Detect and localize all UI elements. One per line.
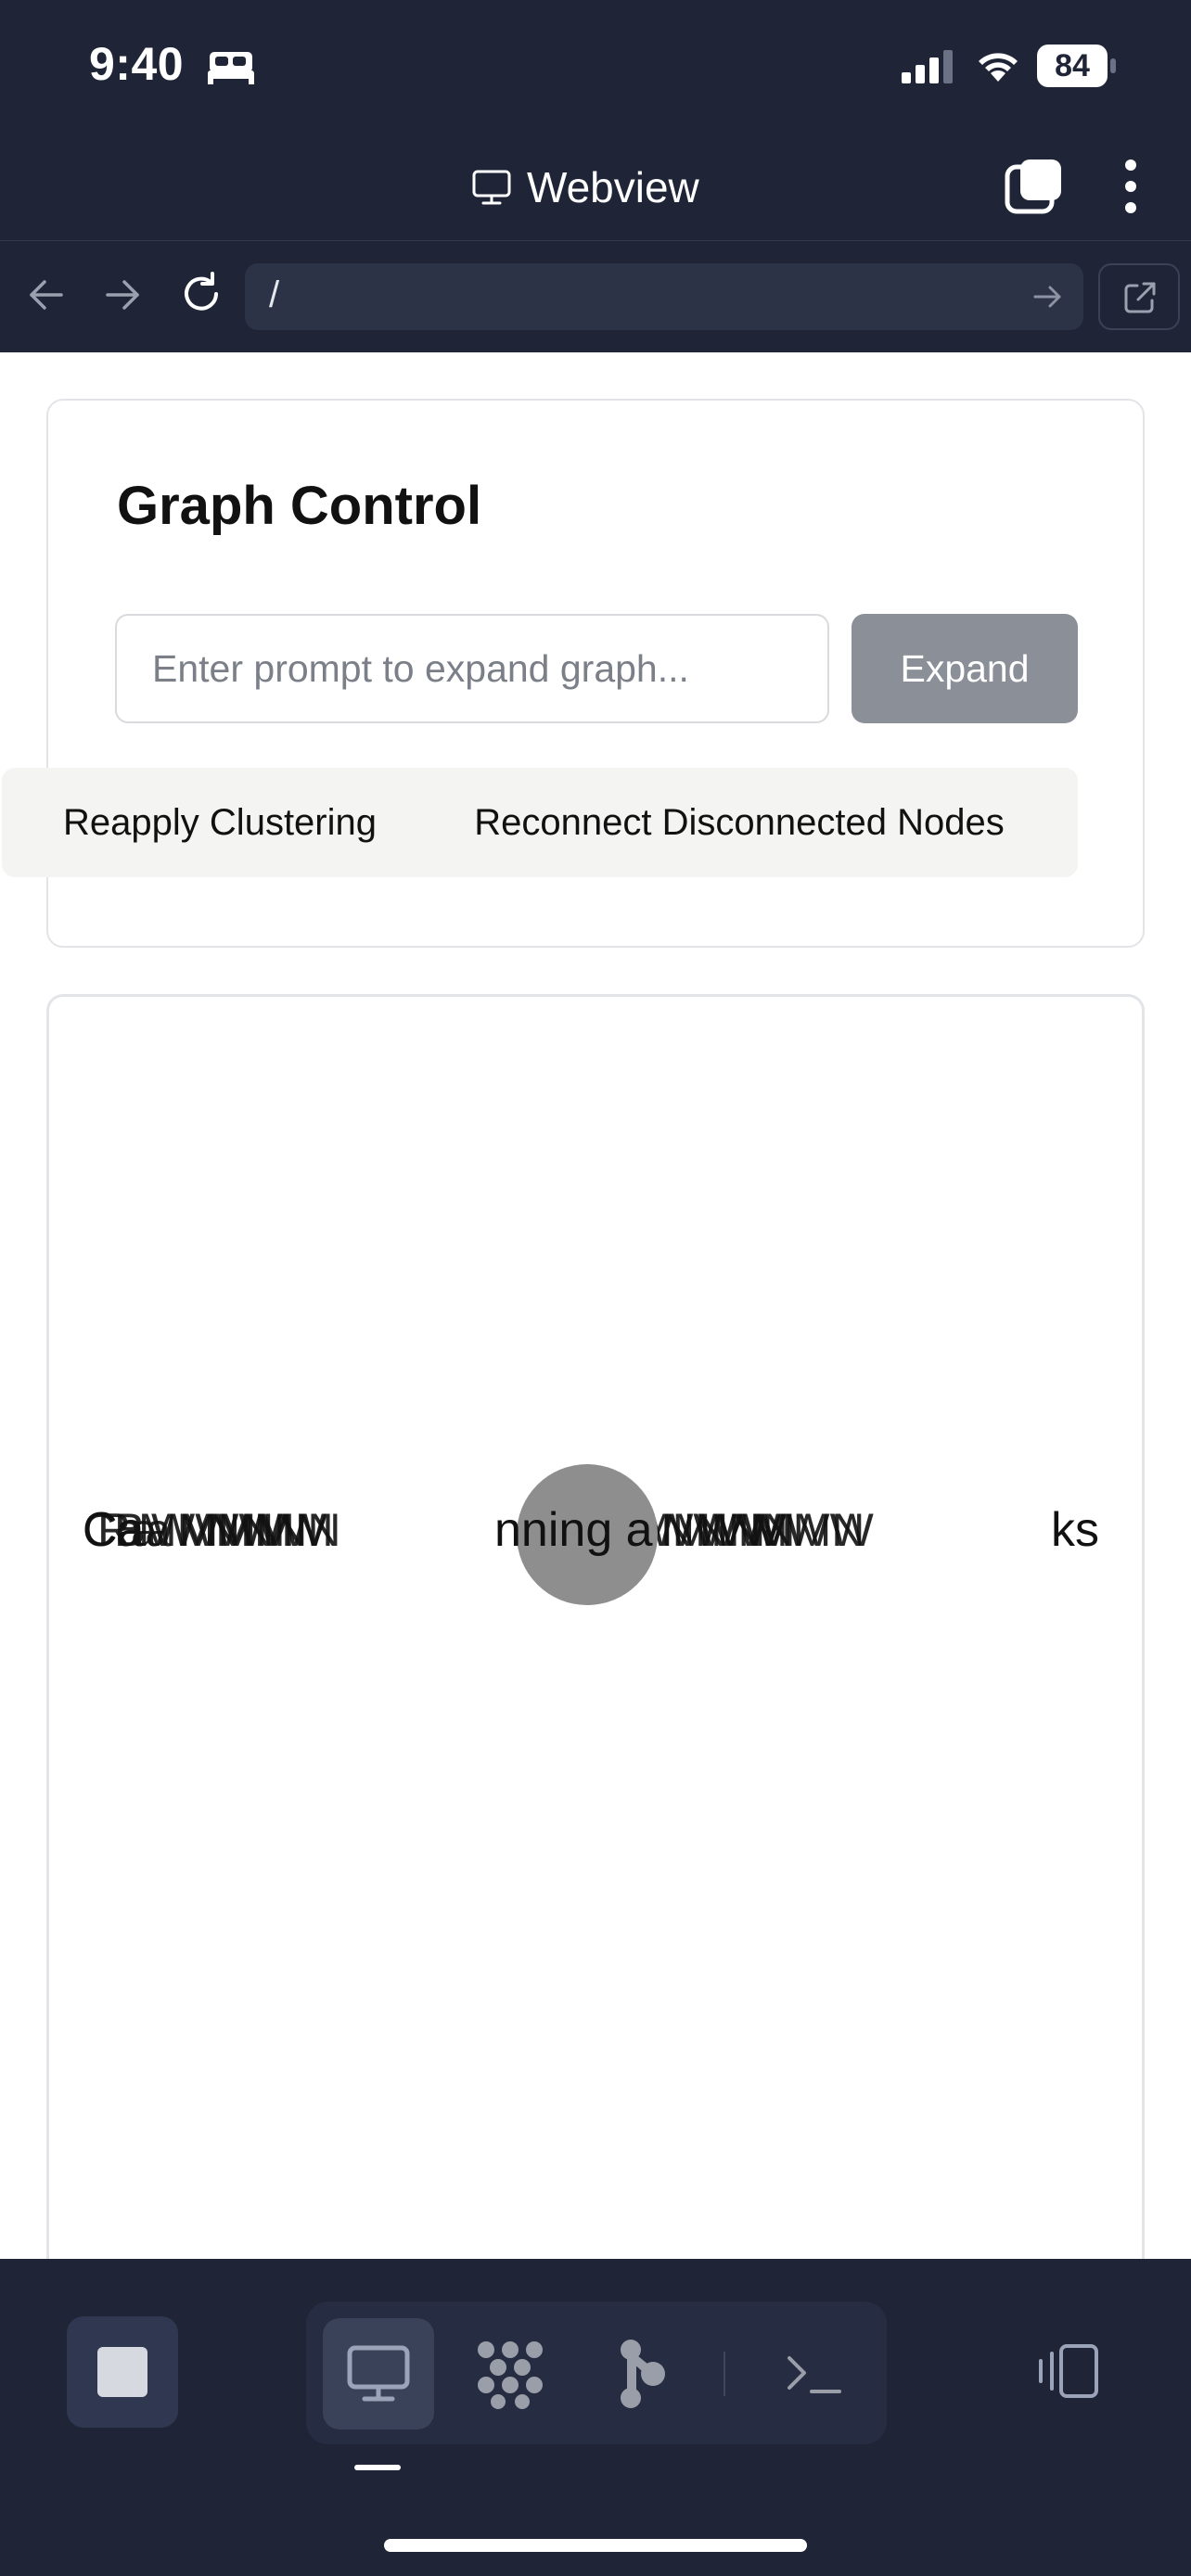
wifi-icon bbox=[979, 53, 1018, 82]
arrow-right-icon[interactable] bbox=[102, 274, 143, 315]
cellular-signal-icon bbox=[902, 50, 953, 83]
tabs-icon[interactable] bbox=[1004, 158, 1063, 217]
monitor-icon bbox=[347, 2345, 410, 2402]
card-title: Graph Control bbox=[117, 476, 482, 536]
mode-divider bbox=[724, 2352, 725, 2396]
nav-title-group: Webview bbox=[471, 159, 699, 215]
external-link-icon bbox=[1124, 282, 1156, 313]
stop-button[interactable] bbox=[67, 2316, 178, 2428]
graph-svg[interactable]: Ca Ra Ba MMMM WWWW MMMM NNNN WWWW MMMM N… bbox=[49, 997, 1145, 2259]
stop-icon bbox=[97, 2347, 147, 2397]
terminal-icon bbox=[788, 2356, 841, 2393]
active-mode-indicator bbox=[354, 2465, 401, 2470]
status-time: 9:40 bbox=[89, 38, 185, 90]
svg-text:MMN: MMN bbox=[754, 1504, 864, 1556]
graph-control-card: Graph Control Expand Reapply Clustering … bbox=[2, 399, 1145, 948]
more-vertical-icon[interactable] bbox=[1117, 158, 1145, 217]
graph-canvas[interactable]: Ca Ra Ba MMMM WWWW MMMM NNNN WWWW MMMM N… bbox=[46, 994, 1145, 2259]
monitor-icon bbox=[472, 170, 511, 205]
expand-button[interactable]: Expand bbox=[852, 614, 1078, 723]
webview-content: Graph Control Expand Reapply Clustering … bbox=[0, 352, 1191, 2259]
svg-text:NNNN: NNNN bbox=[207, 1504, 340, 1556]
grid-dots-icon bbox=[478, 2341, 543, 2409]
overlapping-labels: Ca Ra Ba MMMM WWWW MMMM NNNN WWWW MMMM N… bbox=[83, 1504, 875, 1556]
mode-terminal-button[interactable] bbox=[759, 2318, 870, 2429]
status-bar: 9:40 84 bbox=[0, 0, 1191, 130]
node-label: nning a bbox=[494, 1503, 653, 1557]
prompt-input[interactable] bbox=[115, 614, 829, 723]
url-field[interactable] bbox=[245, 263, 1083, 330]
rotate-device-icon[interactable] bbox=[1035, 2342, 1102, 2400]
go-arrow-icon[interactable] bbox=[1031, 282, 1065, 312]
reconnect-nodes-button[interactable]: Reconnect Disconnected Nodes bbox=[401, 768, 1078, 877]
graph-icon bbox=[621, 2340, 665, 2408]
node-label-right: ks bbox=[1051, 1503, 1099, 1557]
home-indicator bbox=[384, 2539, 807, 2552]
arrow-left-icon[interactable] bbox=[26, 274, 67, 315]
reload-icon[interactable] bbox=[178, 271, 224, 317]
mode-webview-button[interactable] bbox=[323, 2318, 434, 2429]
page-title: Webview bbox=[527, 163, 699, 211]
url-text[interactable]: / bbox=[269, 274, 279, 316]
mode-grid-button[interactable] bbox=[455, 2318, 566, 2429]
mode-graph-button[interactable] bbox=[588, 2318, 699, 2429]
reapply-clustering-button[interactable]: Reapply Clustering bbox=[2, 768, 423, 877]
battery-level: 84 bbox=[1055, 47, 1090, 83]
open-external-button[interactable] bbox=[1098, 263, 1180, 330]
node-label-left: Ca bbox=[83, 1503, 145, 1557]
bed-icon bbox=[208, 52, 254, 84]
